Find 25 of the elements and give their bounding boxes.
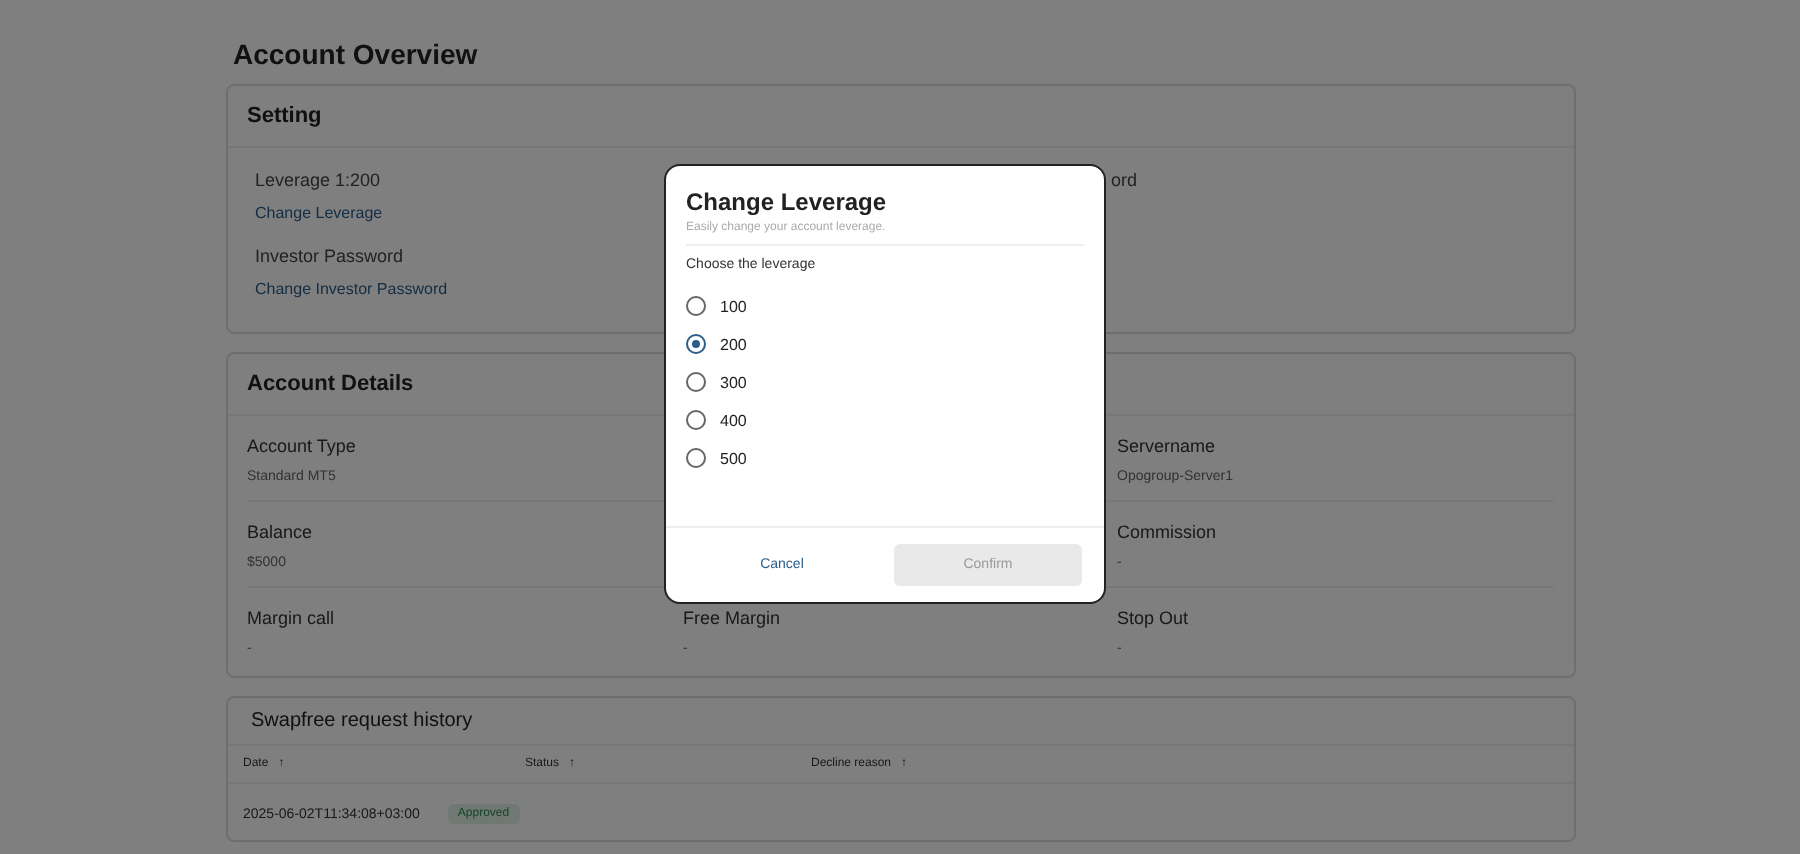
detail-label: Balance [247,522,315,542]
detail-label: Servername [1117,436,1218,456]
detail-label: Free Margin [683,608,783,628]
page-title: Account Overview [233,38,480,70]
leverage-text: Leverage 1:200 [255,170,381,190]
card-title: Setting [227,86,1573,148]
dialog-title: Change Leverage [686,188,889,216]
leverage-option[interactable]: 300 [686,372,747,392]
radio-button[interactable] [686,334,706,354]
change-investor-password-link[interactable]: Change Investor Password [255,280,448,298]
detail-label: Commission [1117,522,1219,542]
detail-label: Stop Out [1117,608,1191,628]
investor-password-text: Investor Password [255,246,404,266]
card-title: Swapfree request history [227,698,1573,746]
leverage-option[interactable]: 400 [686,410,747,430]
detail-label: Account Type [247,436,358,456]
leverage-option[interactable]: 500 [686,448,747,468]
radio-button[interactable] [686,448,706,468]
leverage-option[interactable]: 100 [686,296,747,316]
radio-button[interactable] [686,410,706,430]
radio-button[interactable] [686,296,706,316]
radio-button[interactable] [686,372,706,392]
setting-label: ord [1111,170,1138,190]
leverage-option[interactable]: 200 [686,334,747,354]
detail-label: Margin call [247,608,337,628]
